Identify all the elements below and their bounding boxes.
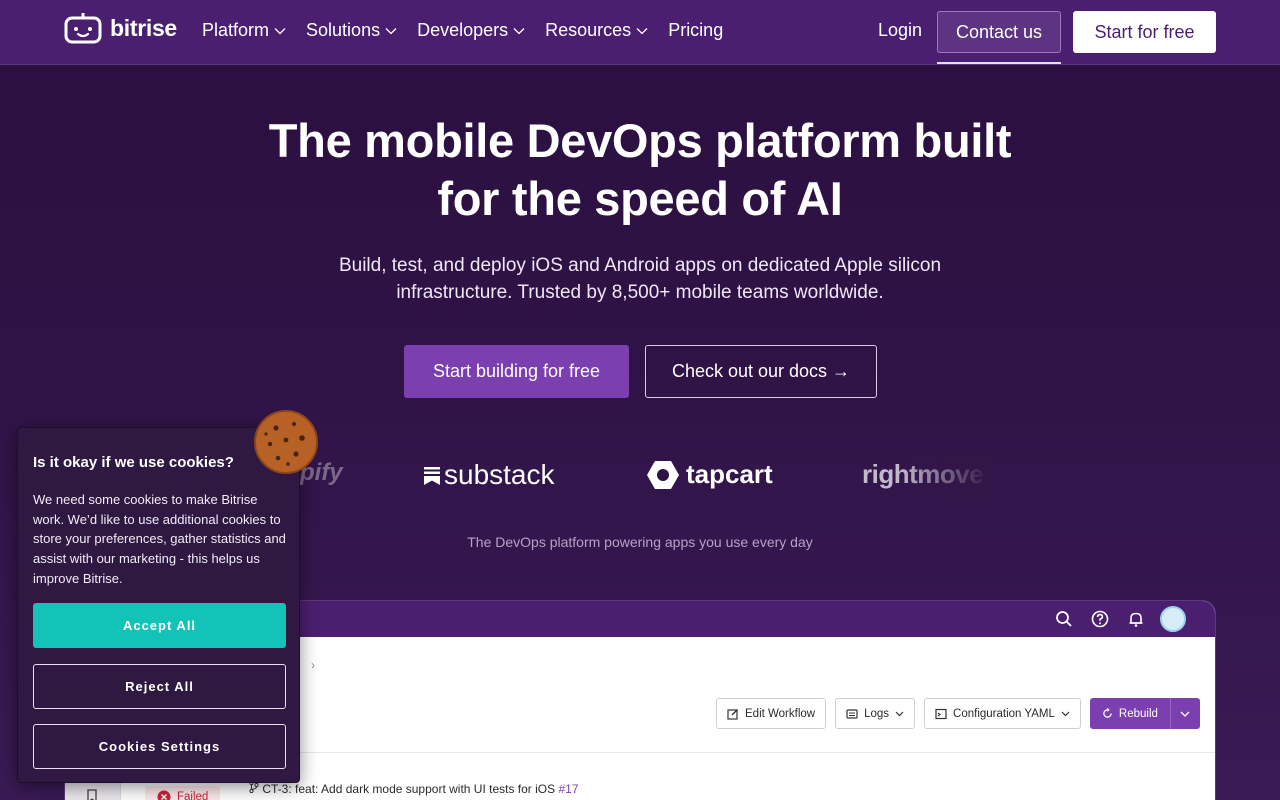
tapcart-icon	[647, 460, 679, 489]
nav-item-label: Pricing	[668, 20, 724, 40]
hero-subtitle-line1: Build, test, and deploy iOS and Android …	[338, 255, 942, 276]
nav-item-developers[interactable]: Developers	[417, 20, 525, 41]
chevron-down-icon	[895, 711, 904, 716]
login-link[interactable]: Login	[878, 20, 922, 41]
cookie-icon	[254, 410, 318, 474]
configuration-yaml-label: Configuration YAML	[953, 707, 1055, 720]
hero-subtitle: Build, test, and deploy iOS and Android …	[300, 252, 980, 306]
commit-message[interactable]: CT-3: feat: Add dark mode support with U…	[249, 780, 579, 796]
top-nav: bitrise Platform Solutions Developers Re…	[0, 0, 1280, 65]
nav-item-resources[interactable]: Resources	[545, 20, 648, 41]
cookie-description: We need some cookies to make Bitrise wor…	[33, 492, 286, 586]
nav-item-label: Developers	[417, 20, 509, 40]
customer-logos: pify substack tapcart rightmove	[300, 455, 990, 497]
edit-workflow-button[interactable]: Edit Workflow	[716, 698, 827, 729]
logos-tagline: The DevOps platform powering apps you us…	[467, 534, 813, 550]
reject-all-button[interactable]: Reject All	[33, 664, 286, 709]
error-icon	[157, 790, 171, 800]
contact-underline	[937, 62, 1061, 64]
nav-item-label: Solutions	[306, 20, 381, 40]
status-label: Failed	[177, 791, 209, 800]
search-icon[interactable]	[1054, 609, 1074, 629]
start-for-free-button[interactable]: Start for free	[1073, 11, 1216, 53]
substack-logo: substack	[424, 459, 555, 491]
accept-all-button[interactable]: Accept All	[33, 603, 286, 648]
nav-item-label: Platform	[202, 20, 270, 40]
avatar[interactable]	[1160, 606, 1186, 632]
terminal-icon	[935, 708, 947, 719]
commit-text: CT-3: feat: Add dark mode support with U…	[262, 782, 556, 796]
nav-item-solutions[interactable]: Solutions	[306, 20, 397, 41]
bitrise-logo[interactable]: bitrise	[64, 12, 177, 44]
bookmark-icon[interactable]	[86, 789, 98, 800]
rebuild-label: Rebuild	[1118, 707, 1158, 720]
bitrise-logo-icon	[64, 13, 102, 44]
rebuild-dropdown[interactable]	[1169, 698, 1200, 729]
chevron-down-icon	[1180, 711, 1190, 717]
tapcart-logo: tapcart	[646, 459, 773, 490]
rebuild-button[interactable]: Rebuild	[1089, 698, 1170, 729]
bell-icon[interactable]	[1126, 609, 1146, 629]
nav-item-platform[interactable]: Platform	[202, 20, 286, 41]
commit-number[interactable]: #17	[558, 782, 578, 796]
cookie-settings-button[interactable]: Cookies Settings	[33, 724, 286, 769]
chevron-down-icon	[1061, 711, 1070, 716]
build-actions: Edit Workflow Logs Configuration YAML Re…	[716, 698, 1200, 729]
cookie-title: Is it okay if we use cookies?	[33, 454, 234, 471]
nav-item-label: Resources	[545, 20, 632, 40]
docs-button[interactable]: Check out our docs →	[645, 345, 877, 398]
nav-item-pricing[interactable]: Pricing	[668, 20, 723, 41]
start-building-button[interactable]: Start building for free	[404, 345, 629, 398]
chevron-down-icon	[636, 27, 648, 34]
status-badge: Failed	[145, 786, 221, 800]
chevron-right-icon: ›	[311, 658, 316, 672]
rebuild-split-button: Rebuild	[1089, 698, 1200, 729]
nav-links: Platform Solutions Developers Resources …	[202, 20, 723, 41]
logs-icon	[846, 708, 858, 719]
hero-title: The mobile DevOps platform built for the…	[200, 112, 1080, 228]
logs-label: Logs	[864, 707, 890, 720]
refresh-icon	[1103, 708, 1112, 718]
configuration-yaml-button[interactable]: Configuration YAML	[924, 698, 1081, 729]
brand-name: bitrise	[110, 14, 177, 41]
hero-title-line2: for the speed of AI	[437, 172, 843, 225]
edit-workflow-label: Edit Workflow	[745, 707, 816, 720]
substack-wordmark: substack	[444, 459, 555, 490]
chevron-down-icon	[385, 27, 397, 34]
cookie-consent-dialog: Is it okay if we use cookies? We need so…	[17, 427, 300, 783]
substack-icon	[424, 467, 440, 485]
edit-icon	[727, 708, 738, 720]
logs-button[interactable]: Logs	[835, 698, 916, 729]
hero-subtitle-line2: infrastructure. Trusted by 8,500+ mobile…	[396, 282, 884, 303]
tapcart-wordmark: tapcart	[686, 459, 773, 489]
chevron-down-icon	[513, 27, 525, 34]
hero-title-line1: The mobile DevOps platform built	[268, 114, 1012, 167]
logo-fade	[900, 455, 990, 497]
chevron-down-icon	[274, 27, 286, 34]
contact-us-button[interactable]: Contact us	[937, 11, 1061, 53]
help-icon[interactable]	[1090, 609, 1110, 629]
